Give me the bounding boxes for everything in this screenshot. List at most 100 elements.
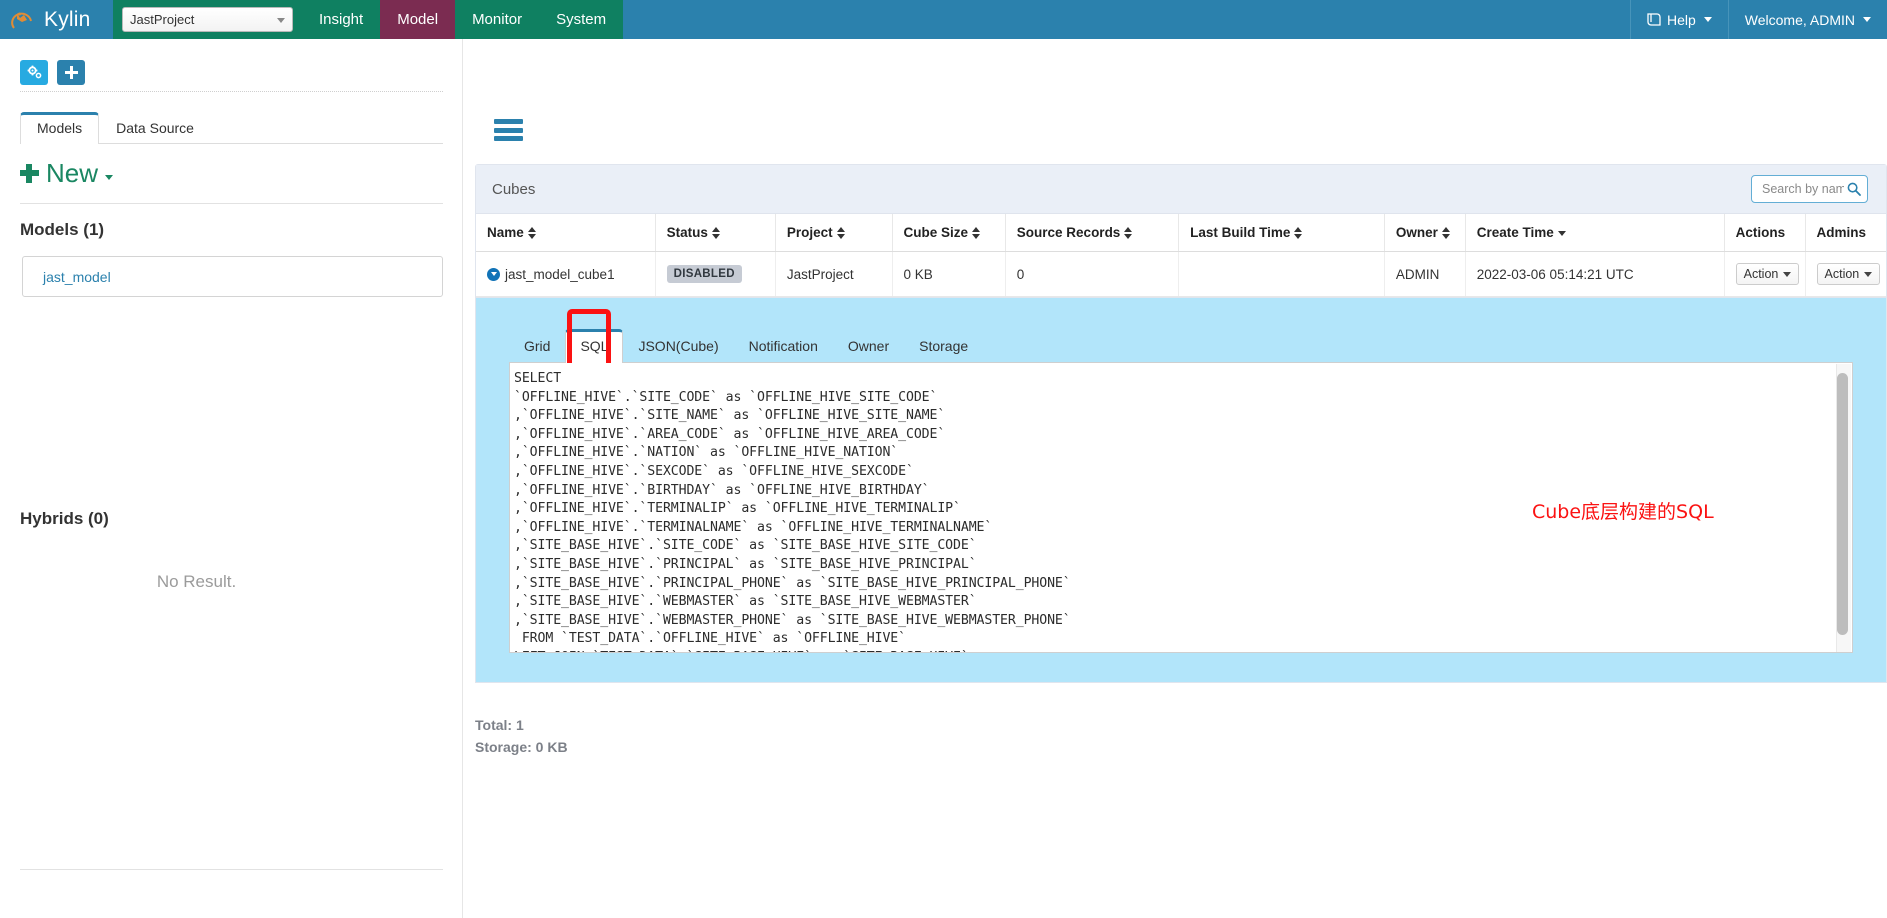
column-header-last-build-time[interactable]: Last Build Time (1178, 214, 1385, 252)
expand-circle-icon[interactable] (487, 267, 500, 281)
column-header-source-records[interactable]: Source Records (1005, 214, 1180, 252)
chevron-down-icon (1863, 17, 1871, 22)
nav-item-model[interactable]: Model (380, 0, 456, 39)
search-box[interactable] (1751, 175, 1868, 203)
new-button[interactable]: New (20, 158, 114, 189)
scrollbar-track[interactable] (1836, 364, 1851, 652)
sort-icon[interactable] (1441, 227, 1451, 239)
sort-desc-icon[interactable] (1557, 227, 1567, 239)
book-icon (1647, 13, 1661, 26)
cube-detail-panel: Grid SQL JSON(Cube) Notification Owner S… (475, 298, 1887, 682)
hybrids-heading: Hybrids (0) (20, 509, 109, 528)
column-header-admins: Admins (1805, 214, 1886, 252)
cell-project: JastProject (775, 251, 893, 297)
column-header-actions: Actions (1724, 214, 1806, 252)
kylin-logo-icon (11, 12, 32, 29)
hybrids-empty-message: No Result. (156, 572, 237, 591)
search-icon[interactable] (1847, 182, 1861, 196)
help-label: Help (1666, 11, 1696, 28)
model-list: jast_model (22, 256, 443, 297)
column-label: Create Time (1476, 225, 1554, 240)
cell-cube-size: 0 KB (892, 251, 1006, 297)
model-link-jast-model[interactable]: jast_model (43, 269, 111, 285)
storage-label: Storage: 0 KB (475, 739, 568, 755)
column-header-cube-size[interactable]: Cube Size (892, 214, 1006, 252)
gears-icon (27, 65, 41, 79)
actions-dropdown-button[interactable]: Action (1735, 263, 1800, 285)
annotation-text: Cube底层构建的SQL (1532, 501, 1714, 523)
column-header-create-time[interactable]: Create Time (1465, 214, 1725, 252)
sort-icon[interactable] (711, 227, 721, 239)
chevron-down-icon (1703, 17, 1712, 22)
chevron-down-icon (277, 17, 285, 23)
plus-icon (64, 65, 78, 79)
search-input[interactable] (1760, 181, 1846, 197)
column-label: Cube Size (903, 225, 969, 240)
left-sidebar: Models Data Source New Models (1) jast_m… (0, 39, 463, 918)
settings-gears-button[interactable] (20, 59, 48, 85)
cell-create-time: 2022-03-06 05:14:21 UTC (1465, 251, 1725, 297)
add-button[interactable] (57, 59, 85, 85)
column-label: Owner (1395, 225, 1438, 240)
column-label: Name (487, 225, 524, 240)
user-menu[interactable]: Welcome, ADMIN (1727, 0, 1887, 39)
table-row[interactable]: jast_model_cube1 DISABLED JastProject 0 … (476, 251, 1886, 297)
tab-owner[interactable]: Owner (833, 329, 904, 363)
top-navbar: Kylin JastProject Insight Model Monitor … (0, 0, 1887, 39)
nav-item-insight[interactable]: Insight (302, 0, 381, 39)
cubes-panel-header: Cubes (476, 165, 1886, 214)
project-selector-wrap: JastProject (113, 0, 302, 39)
chevron-down-icon (1864, 271, 1873, 277)
help-menu[interactable]: Help (1629, 0, 1728, 39)
column-label: Status (666, 225, 708, 240)
actions-label: Action (1743, 267, 1779, 281)
brand-title: Kylin (44, 8, 91, 31)
tab-json-cube[interactable]: JSON(Cube) (623, 329, 733, 363)
models-heading: Models (1) (20, 220, 105, 239)
project-selector-value: JastProject (130, 12, 195, 27)
detail-panel-bottom-border (475, 682, 1887, 683)
sidebar-toolbar (0, 39, 463, 91)
sort-icon[interactable] (1124, 227, 1133, 239)
hamburger-bar (494, 119, 523, 124)
cell-admins: Action (1805, 251, 1886, 297)
sort-icon[interactable] (527, 227, 537, 239)
column-header-name[interactable]: Name (476, 214, 656, 252)
sidebar-divider (20, 91, 443, 92)
tab-sql[interactable]: SQL (565, 329, 624, 363)
tab-notification[interactable]: Notification (734, 329, 833, 363)
footer-stats: Total: 1 Storage: 0 KB (475, 714, 1887, 758)
cube-name-label[interactable]: jast_model_cube1 (505, 267, 615, 282)
new-button-label: New (46, 158, 99, 188)
sidebar-tab-data-source[interactable]: Data Source (99, 112, 211, 144)
cube-detail-tabs: Grid SQL JSON(Cube) Notification Owner S… (509, 309, 1853, 371)
nav-item-monitor[interactable]: Monitor (455, 0, 540, 39)
project-selector[interactable]: JastProject (122, 7, 293, 32)
cubes-table: Name Status Project Cube Size Source Rec… (476, 214, 1886, 297)
sort-icon[interactable] (1294, 227, 1303, 239)
sidebar-tab-models[interactable]: Models (20, 112, 100, 144)
tab-grid[interactable]: Grid (509, 329, 565, 363)
admins-dropdown-button[interactable]: Action (1816, 263, 1881, 285)
total-label: Total: 1 (475, 717, 524, 733)
sort-icon[interactable] (836, 227, 846, 239)
chevron-down-icon (105, 175, 114, 180)
cell-name[interactable]: jast_model_cube1 (476, 251, 656, 297)
column-header-status[interactable]: Status (655, 214, 776, 252)
brand[interactable]: Kylin (0, 0, 113, 39)
column-label: Source Records (1016, 225, 1121, 240)
nav-item-system[interactable]: System (539, 0, 624, 39)
list-item[interactable]: jast_model (22, 256, 443, 297)
hamburger-menu-icon[interactable] (494, 119, 523, 141)
tab-storage[interactable]: Storage (904, 329, 983, 363)
plus-icon (20, 164, 39, 183)
hamburger-bar (494, 136, 523, 141)
status-badge: DISABLED (666, 265, 742, 283)
admins-label: Action (1824, 267, 1860, 281)
cell-actions: Action (1724, 251, 1806, 297)
column-header-project[interactable]: Project (775, 214, 893, 252)
scrollbar-thumb[interactable] (1837, 373, 1848, 635)
column-header-owner[interactable]: Owner (1384, 214, 1466, 252)
sort-icon[interactable] (972, 227, 981, 239)
main-content: Cubes Name Status Project Cub (463, 39, 1887, 918)
